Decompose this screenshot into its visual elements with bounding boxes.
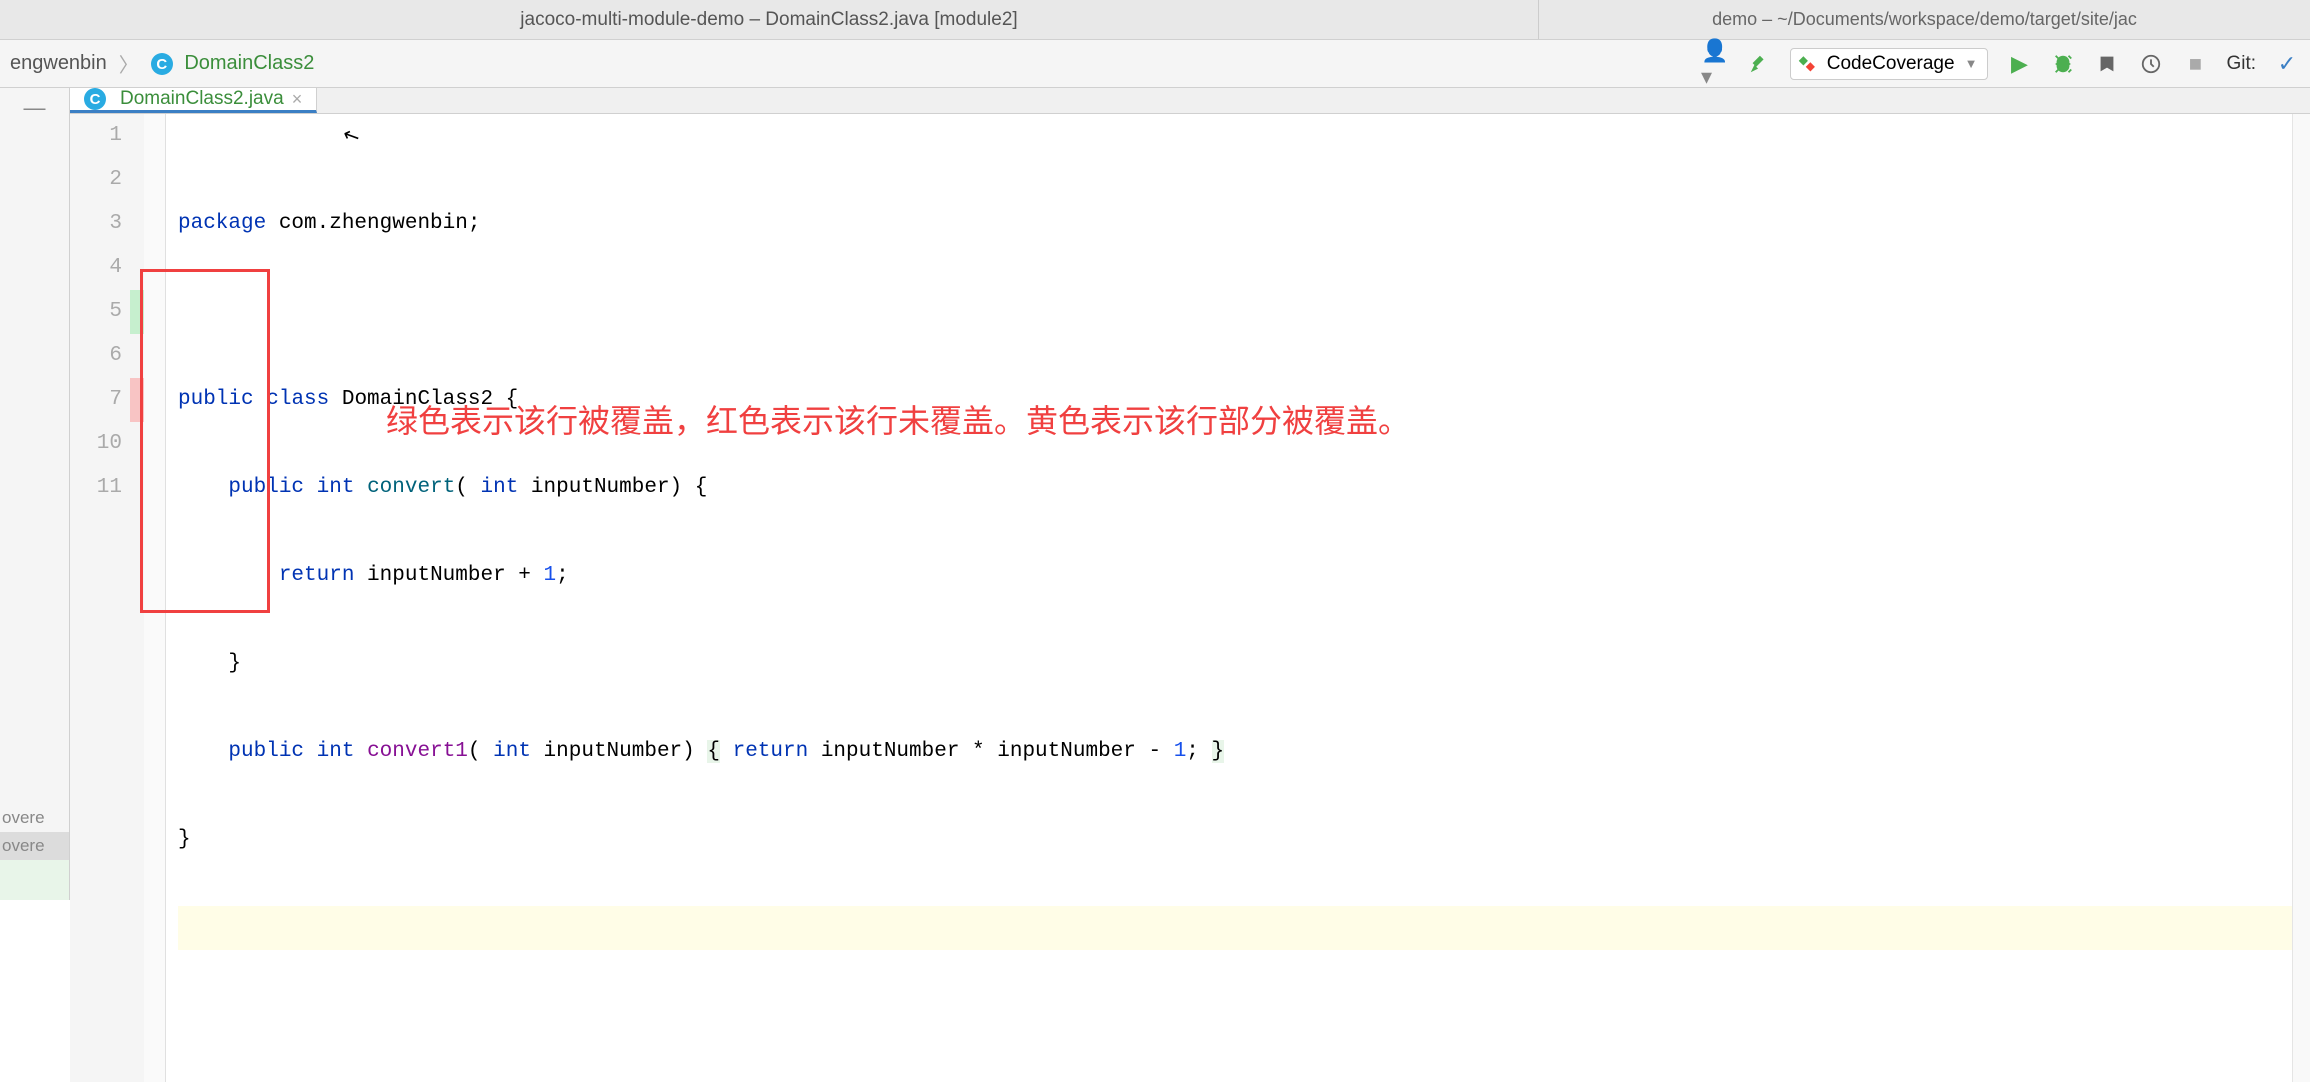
- stop-icon[interactable]: ■: [2182, 51, 2208, 77]
- annotation-text: 绿色表示该行被覆盖，红色表示该行未覆盖。黄色表示该行部分被覆盖。: [386, 399, 1410, 443]
- window-title: jacoco-multi-module-demo – DomainClass2.…: [0, 9, 1538, 31]
- coverage-gutter: [130, 114, 144, 1082]
- users-icon[interactable]: 👤▾: [1702, 51, 1728, 77]
- git-branch-icon[interactable]: ✓: [2274, 51, 2300, 77]
- class-icon: C: [84, 88, 106, 110]
- editor-tab[interactable]: C DomainClass2.java ×: [70, 88, 317, 113]
- run-configuration-selector[interactable]: CodeCoverage ▼: [1790, 48, 1989, 80]
- toolbar-right: 👤▾ CodeCoverage ▼ ▶ ■ Git: ✓: [1702, 48, 2300, 80]
- error-stripe[interactable]: [2292, 114, 2310, 1082]
- close-icon[interactable]: ×: [292, 89, 303, 110]
- code-content[interactable]: ↖ package com.zhengwenbin; public class …: [166, 114, 2292, 1082]
- tab-label: DomainClass2.java: [120, 88, 284, 110]
- coverage-uncovered-marker[interactable]: [130, 378, 144, 422]
- left-panel-tabs: overe overe: [0, 804, 69, 900]
- class-icon: C: [151, 53, 173, 75]
- fold-gutter[interactable]: [144, 114, 166, 1082]
- breadcrumb[interactable]: engwenbin 〉 C DomainClass2: [10, 49, 314, 78]
- build-icon[interactable]: [1746, 51, 1772, 77]
- editor-tabs: C DomainClass2.java ×: [70, 88, 2310, 114]
- breadcrumb-class-label: DomainClass2: [184, 52, 314, 74]
- chevron-right-icon: 〉: [119, 49, 139, 78]
- line-number: 10: [70, 422, 122, 466]
- line-number: 3: [70, 202, 122, 246]
- line-number: 7: [70, 378, 122, 422]
- panel-tab-2[interactable]: overe: [0, 832, 69, 860]
- secondary-title: demo – ~/Documents/workspace/demo/target…: [1538, 0, 2310, 39]
- line-number: 4: [70, 246, 122, 290]
- breadcrumb-class-item[interactable]: C DomainClass2: [151, 52, 315, 76]
- coverage-config-icon: [1801, 56, 1817, 72]
- panel-tab-1[interactable]: overe: [0, 804, 69, 832]
- profile-icon[interactable]: [2138, 51, 2164, 77]
- title-bar: jacoco-multi-module-demo – DomainClass2.…: [0, 0, 2310, 40]
- chevron-down-icon: ▼: [1965, 56, 1978, 71]
- run-config-label: CodeCoverage: [1827, 53, 1955, 75]
- editor: C DomainClass2.java × 1 2 3 4 5 6 7 10 1…: [70, 88, 2310, 900]
- collapse-icon[interactable]: —: [0, 88, 69, 128]
- debug-icon[interactable]: [2050, 51, 2076, 77]
- run-icon[interactable]: ▶: [2006, 51, 2032, 77]
- main-area: — overe overe C DomainClass2.java × 1 2 …: [0, 88, 2310, 900]
- mouse-cursor-icon: ↖: [335, 115, 369, 162]
- line-number: 6: [70, 334, 122, 378]
- code-area[interactable]: 1 2 3 4 5 6 7 10 11: [70, 114, 2310, 1082]
- line-number: 1: [70, 114, 122, 158]
- line-number: 5: [70, 290, 122, 334]
- line-number: 2: [70, 158, 122, 202]
- breadcrumb-package[interactable]: engwenbin: [10, 52, 107, 75]
- line-number: 11: [70, 466, 122, 510]
- left-tool-panel: — overe overe: [0, 88, 70, 900]
- navigation-bar: engwenbin 〉 C DomainClass2 👤▾ CodeCovera…: [0, 40, 2310, 88]
- line-number-gutter: 1 2 3 4 5 6 7 10 11: [70, 114, 130, 1082]
- run-coverage-icon[interactable]: [2094, 51, 2120, 77]
- git-label[interactable]: Git:: [2226, 53, 2256, 75]
- coverage-covered-marker[interactable]: [130, 290, 144, 334]
